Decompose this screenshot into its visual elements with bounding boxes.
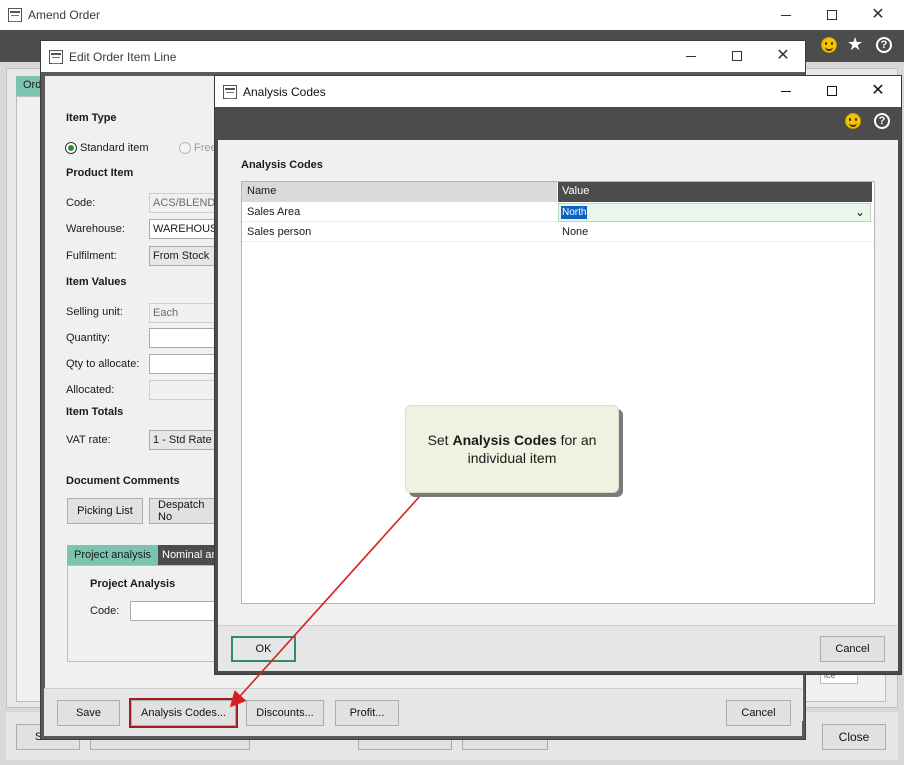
arrow-line [229,495,421,708]
callout-line-1: Set Analysis Codes for an [427,432,597,448]
callout-box: Set Analysis Codes for an individual ite… [405,405,619,493]
annotation-arrow [229,495,421,708]
callout-line-2: individual item [467,450,557,466]
